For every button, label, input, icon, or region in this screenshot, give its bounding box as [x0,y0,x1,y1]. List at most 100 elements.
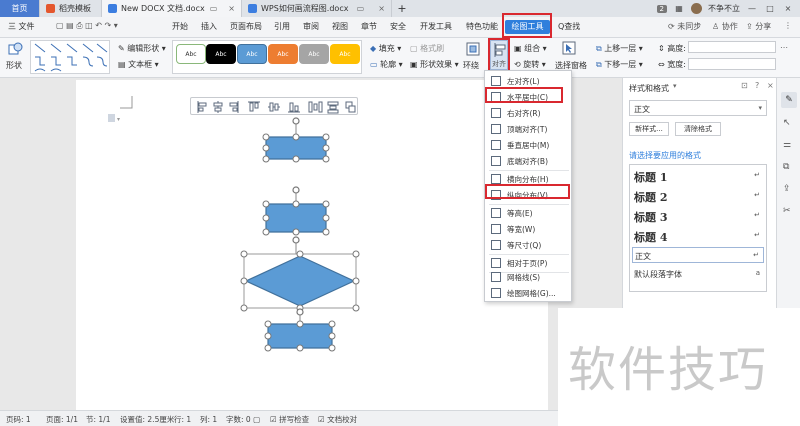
return-icon: ↵ [754,231,760,239]
same-height-icon [491,208,501,218]
wrap-icon[interactable] [466,42,480,56]
wrap-button[interactable]: 环绕 [463,60,479,71]
group-button[interactable]: ▣ 组合 ▾ [514,43,547,54]
close-window-icon[interactable]: × [782,4,794,13]
quick-access-icons[interactable]: ▢ ▤ ⎙ ◫ ↶ ↷ ▾ [56,21,118,31]
tab-wps-flowchart[interactable]: WPS如何画流程图.docx ▭ × [242,0,392,17]
more-icon[interactable]: ⋮ [784,21,792,30]
format-brush-button[interactable]: ▢ 格式刷 [410,43,444,54]
shape-effect-button[interactable]: ▣ 形状效果 ▾ [410,59,459,70]
tab-docer-label: 稻壳模板 [59,4,91,13]
style-heading-1[interactable]: 标题 1 [634,169,667,185]
close-icon[interactable]: × [228,4,235,13]
outline-button[interactable]: ▭ 轮廓 ▾ [370,59,403,70]
menu-section[interactable]: 章节 [361,21,377,32]
panel-close-icon[interactable]: × [767,81,774,90]
style-swatch-gold[interactable]: Abc [330,44,360,64]
doc-proof-button[interactable]: ☑ 文档校对 [318,414,357,425]
align-right-icon [491,108,501,118]
shape-button[interactable]: 形状 [6,60,22,71]
close-icon[interactable]: × [378,4,385,13]
dd-same-size[interactable]: 等尺寸(Q) [485,237,571,253]
notification-badge[interactable]: 2 [656,4,667,13]
edit-shape-button[interactable]: ✎ 编辑形状 ▾ [118,43,166,54]
grid-icon[interactable]: ▦ [673,4,685,13]
send-backward-button[interactable]: ⧉ 下移一层 ▾ [596,59,643,70]
width-input[interactable] [688,58,776,70]
lock-icon[interactable]: ⊡ [741,81,748,90]
dd-align-middle[interactable]: 垂直居中(M) [485,137,571,153]
style-swatch-black[interactable]: Abc [206,44,236,64]
status-words[interactable]: 字数: 0 ▢ [226,414,260,425]
dd-align-right[interactable]: 右对齐(R) [485,105,571,121]
fill-button[interactable]: ◆ 填充 ▾ [370,43,401,54]
spell-check-button[interactable]: ☑ 拼写检查 [270,414,309,425]
user-name[interactable]: 不争不立 [708,3,740,14]
dd-align-bottom[interactable]: 底端对齐(B) [485,153,571,169]
dd-align-top[interactable]: 顶端对齐(T) [485,121,571,137]
tools-icon[interactable]: ✂ [783,206,791,216]
status-setting: 设置值: 2.5厘米 [120,415,175,424]
style-swatch-blue[interactable]: Abc [237,44,267,64]
shape-icon[interactable] [7,41,23,57]
file-menu[interactable]: 三 文件 [8,21,35,32]
panel-help-icon[interactable]: ? [755,81,759,90]
dd-drawing-grid[interactable]: 绘图网格(G)... [485,285,571,301]
style-swatch-white[interactable]: Abc [176,44,206,64]
new-tab-button[interactable]: + [392,0,412,17]
menu-review[interactable]: 审阅 [303,21,319,32]
style-normal-row[interactable]: 正文 ↵ [632,247,764,263]
style-swatch-gray[interactable]: Abc [299,44,329,64]
tab-new-docx-label: New DOCX 文档.docx [121,4,205,13]
style-heading-4[interactable]: 标题 4 [634,229,667,245]
pen-icon[interactable]: ✎ [781,92,797,108]
height-input[interactable] [688,41,776,53]
tab-new-docx[interactable]: New DOCX 文档.docx ▭ × [102,0,242,17]
status-page: 页码: 1 [6,415,31,424]
new-style-button[interactable]: 新样式... [629,122,669,136]
document-page[interactable]: ▾ [76,80,548,410]
height-label: ⇕ 高度: [658,44,686,53]
clear-format-button[interactable]: 清除格式 [675,122,721,136]
menu-insert[interactable]: 插入 [201,21,217,32]
layers-icon[interactable]: ⧉ [783,162,789,172]
dd-same-height[interactable]: 等高(E) [485,205,571,221]
menu-security[interactable]: 安全 [390,21,406,32]
textbox-button[interactable]: ▤ 文本框 ▾ [118,59,159,70]
current-style-select[interactable]: 正文 ▾ [629,100,767,116]
share-icon[interactable]: ⇪ [783,184,791,194]
avatar[interactable] [691,3,702,14]
tab-docer[interactable]: 稻壳模板 [40,0,102,17]
maximize-icon[interactable]: □ [764,4,776,13]
minimize-icon[interactable]: — [746,4,758,13]
menu-view[interactable]: 视图 [332,21,348,32]
select-pane-icon[interactable] [562,41,576,55]
menu-references[interactable]: 引用 [274,21,290,32]
panel-dropdown-icon[interactable]: ▾ [673,82,677,90]
collab-button[interactable]: ♙ 协作 [712,21,738,32]
style-default-para-font[interactable]: 默认段落字体 [634,269,682,280]
dd-same-width[interactable]: 等宽(W) [485,221,571,237]
ribbon-more-icon[interactable]: ⋯ [780,43,788,52]
align-tools-icon[interactable] [191,98,359,116]
menu-features[interactable]: 特色功能 [466,21,498,32]
bring-forward-button[interactable]: ⧉ 上移一层 ▾ [596,43,643,54]
style-heading-3[interactable]: 标题 3 [634,209,667,225]
menu-dev-tools[interactable]: 开发工具 [420,21,452,32]
rotate-button[interactable]: ⟲ 旋转 ▾ [514,59,546,70]
tab-home[interactable]: 首页 [0,0,40,17]
search-button[interactable]: Q查找 [558,21,580,32]
menu-page-layout[interactable]: 页面布局 [230,21,262,32]
sliders-icon[interactable]: ⚌ [783,140,791,150]
menu-start[interactable]: 开始 [172,21,188,32]
sync-status[interactable]: ⟳ 未同步 [668,21,701,32]
share-button[interactable]: ⇪ 分享 [746,21,771,32]
line-gallery[interactable] [30,40,110,74]
cursor-icon[interactable]: ↖ [783,118,791,128]
style-heading-2[interactable]: 标题 2 [634,189,667,205]
flow-shape-3 [240,236,360,312]
dd-gridlines[interactable]: 网格线(S) [485,269,571,285]
style-swatch-orange[interactable]: Abc [268,44,298,64]
monitor-icon[interactable]: ▭ [357,4,365,13]
monitor-icon[interactable]: ▭ [210,4,218,13]
